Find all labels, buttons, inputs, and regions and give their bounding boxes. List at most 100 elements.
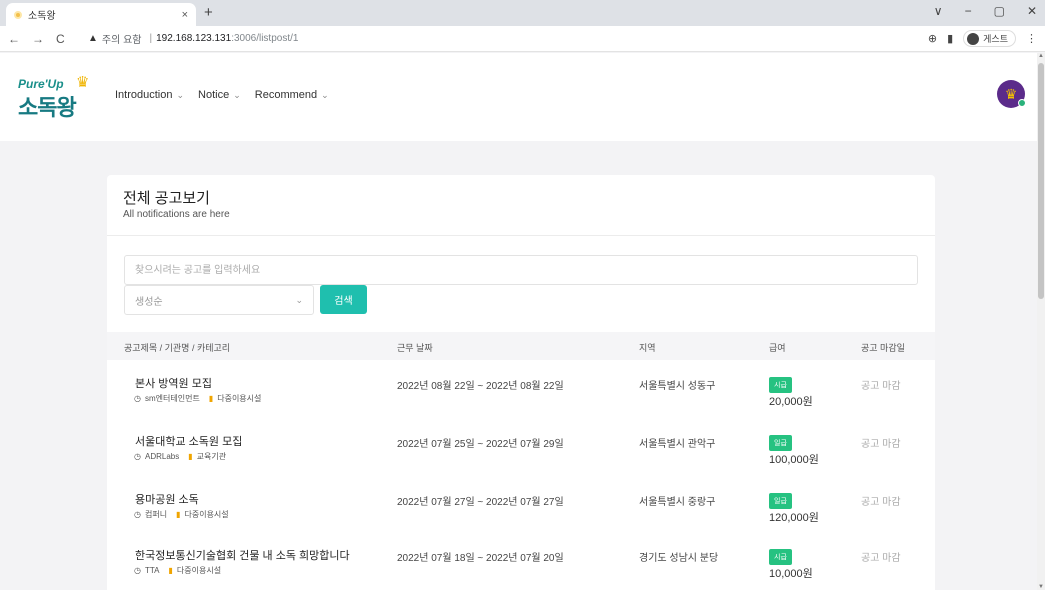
- column-title: 공고제목 / 기관명 / 카테고리: [124, 343, 231, 353]
- deadline-status: 공고 마감: [861, 497, 901, 508]
- search-button[interactable]: 검색: [320, 285, 367, 314]
- org-name: ADRLabs: [144, 452, 180, 461]
- insecure-label[interactable]: 주의 요함: [102, 31, 142, 46]
- table-row[interactable]: 서울대학교 소독원 모집 ◷ ADRLabs ▮ 교육기관 2022년 07월 25일…: [107, 423, 935, 481]
- minimize-button[interactable]: −: [965, 4, 972, 18]
- favicon-icon: [14, 10, 22, 19]
- column-deadline: 공고 마감일: [861, 343, 905, 353]
- bar-chart-icon: ▮: [176, 510, 181, 519]
- zoom-icon[interactable]: ⊕: [928, 32, 937, 45]
- logo-top-text: Pure'Up: [18, 77, 64, 91]
- search-input[interactable]: [124, 255, 918, 285]
- scroll-down-icon[interactable]: ▼: [1038, 584, 1044, 590]
- tab-search-icon[interactable]: ∨: [934, 4, 943, 18]
- column-date: 근무 날짜: [397, 343, 433, 353]
- profile-icon: [967, 32, 980, 45]
- region: 서울특별시 성동구: [639, 381, 716, 392]
- work-date: 2022년 07월 18일 ~ 2022년 07월 20일: [397, 553, 564, 564]
- page-scrollbar[interactable]: ▲ ▼: [1037, 53, 1045, 590]
- scrollbar-thumb[interactable]: [1038, 63, 1044, 299]
- region: 서울특별시 관악구: [639, 439, 716, 450]
- tab-close-icon[interactable]: ×: [182, 9, 188, 21]
- region: 경기도 성남시 분당: [639, 553, 719, 564]
- page-subtitle: All notifications are here: [123, 209, 230, 220]
- url-separator: |: [149, 33, 153, 44]
- guest-label: 게스트: [983, 34, 1008, 44]
- clock-icon: ◷: [134, 394, 141, 403]
- user-avatar[interactable]: ♛: [997, 80, 1026, 108]
- site-header: Pure'Up ♛ 소독왕 Introduction ⌄ Notice ⌄ Reco…: [0, 53, 1037, 141]
- crown-icon: ♛: [1004, 85, 1018, 102]
- sort-select[interactable]: 생성순 ⌄: [124, 285, 314, 315]
- bar-chart-icon: ▮: [208, 394, 214, 403]
- post-title[interactable]: 본사 방역원 모집: [135, 375, 212, 391]
- profile-button[interactable]: 게스트: [963, 30, 1016, 47]
- deadline-status: 공고 마감: [861, 439, 901, 450]
- pay-type-badge: 일급: [769, 493, 792, 509]
- category: 교육기관: [196, 452, 227, 461]
- divider: [107, 235, 935, 236]
- post-title[interactable]: 한국정보통신기술협회 건물 내 소독 희망합니다: [135, 547, 350, 563]
- new-tab-button[interactable]: +: [204, 4, 213, 21]
- org-name: sm엔터테인먼트: [144, 394, 200, 403]
- nav-notice[interactable]: Notice ⌄: [198, 89, 241, 101]
- maximize-button[interactable]: ▢: [994, 4, 1005, 18]
- sidepanel-icon[interactable]: ▮: [947, 32, 953, 45]
- close-window-button[interactable]: ✕: [1027, 4, 1037, 18]
- work-date: 2022년 07월 25일 ~ 2022년 07월 29일: [397, 439, 564, 450]
- clock-icon: ◷: [134, 510, 141, 519]
- browser-tab[interactable]: 소독왕 ×: [6, 3, 196, 26]
- main-nav: Introduction ⌄ Notice ⌄ Recommend ⌄: [115, 89, 329, 101]
- deadline-status: 공고 마감: [861, 553, 901, 564]
- pay-type-badge: 일급: [769, 435, 792, 451]
- browser-toolbar: ← → C ▲ 주의 요함 | 192.168.123.131 :3006/li…: [0, 26, 1045, 52]
- site-logo[interactable]: Pure'Up ♛ 소독왕: [18, 74, 96, 120]
- work-date: 2022년 07월 27일 ~ 2022년 07월 27일: [397, 497, 564, 508]
- org-name: TTA: [144, 566, 160, 575]
- column-pay: 급여: [769, 343, 786, 353]
- bar-chart-icon: ▮: [168, 566, 173, 575]
- region: 서울특별시 중랑구: [639, 497, 716, 508]
- address-bar[interactable]: ▲ 주의 요함 | 192.168.123.131 :3006/listpost…: [88, 31, 298, 46]
- chevron-down-icon: ⌄: [233, 90, 241, 100]
- warning-icon[interactable]: ▲: [88, 33, 98, 44]
- post-title[interactable]: 서울대학교 소독원 모집: [135, 433, 242, 449]
- url-host: 192.168.123.131: [156, 33, 232, 44]
- pay-amount: 20,000원: [769, 396, 813, 408]
- post-title[interactable]: 용마공원 소독: [135, 491, 199, 507]
- online-status-dot: [1018, 99, 1026, 107]
- back-button[interactable]: ←: [8, 32, 20, 46]
- pay-amount: 100,000원: [769, 454, 819, 466]
- listing-card: 전체 공고보기 All notifications are here 생성순 ⌄…: [107, 175, 935, 590]
- deadline-status: 공고 마감: [861, 381, 901, 392]
- chevron-down-icon: ⌄: [321, 90, 329, 100]
- chevron-down-icon: ⌄: [176, 90, 185, 100]
- work-date: 2022년 08월 22일 ~ 2022년 08월 22일: [397, 381, 564, 392]
- pay-amount: 120,000원: [769, 512, 819, 524]
- category: 다중이용시설: [176, 566, 222, 575]
- column-region: 지역: [639, 343, 656, 353]
- category: 다중이용시설: [217, 394, 262, 403]
- browser-tabbar: 소독왕 × + ∨ − ▢ ✕: [0, 0, 1045, 26]
- reload-button[interactable]: C: [56, 32, 65, 46]
- clock-icon: ◷: [134, 452, 141, 461]
- logo-main-text: 소독왕: [18, 95, 77, 120]
- pay-type-badge: 시급: [769, 377, 792, 393]
- org-name: 컴퍼니: [144, 510, 168, 519]
- nav-introduction[interactable]: Introduction ⌄: [115, 89, 184, 101]
- crown-icon: ♛: [76, 74, 90, 91]
- table-row[interactable]: 용마공원 소독 ◷ 컴퍼니 ▮ 다중이용시설 2022년 07월 27일 ~ 2022…: [107, 481, 935, 539]
- pay-amount: 10,000원: [769, 568, 813, 580]
- table-row[interactable]: 한국정보통신기술협회 건물 내 소독 희망합니다 ◷ TTA ▮ 다중이용시설 202…: [107, 537, 935, 590]
- category: 다중이용시설: [184, 510, 229, 519]
- nav-recommend[interactable]: Recommend ⌄: [255, 89, 329, 101]
- sort-selected-value: 생성순: [135, 296, 163, 308]
- chevron-down-icon: ⌄: [295, 294, 303, 305]
- bar-chart-icon: ▮: [188, 452, 193, 461]
- tab-title: 소독왕: [28, 11, 56, 22]
- forward-button[interactable]: →: [32, 32, 44, 46]
- window-controls: ∨ − ▢ ✕: [934, 4, 1037, 18]
- browser-menu-icon[interactable]: ⋮: [1026, 32, 1037, 45]
- scroll-up-icon[interactable]: ▲: [1038, 53, 1044, 59]
- table-row[interactable]: 본사 방역원 모집 ◷ sm엔터테인먼트 ▮ 다중이용시설 2022년 08월 22일…: [107, 365, 935, 423]
